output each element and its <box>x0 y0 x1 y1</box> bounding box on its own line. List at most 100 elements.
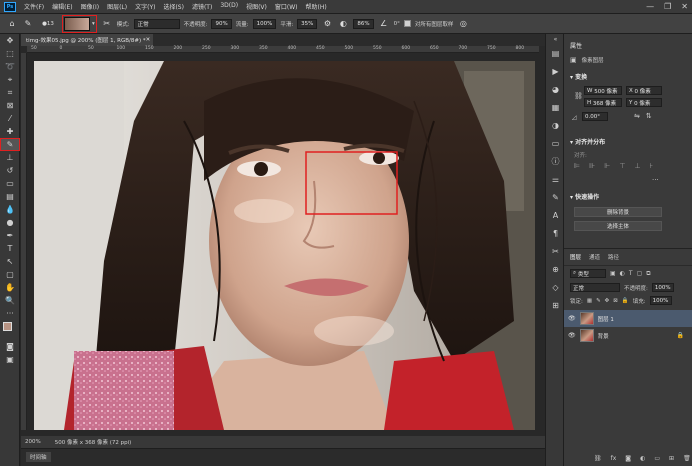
pen-tool-icon[interactable]: ✒ <box>0 229 20 242</box>
transform-section[interactable]: ▾ 变换 <box>570 72 587 81</box>
layer-opacity-field[interactable]: 100% <box>651 283 674 292</box>
paragraph-icon[interactable]: ¶ <box>546 224 565 242</box>
properties-icon[interactable]: ⚌ <box>546 170 565 188</box>
timeline-tab[interactable]: 时间轴 <box>26 452 51 462</box>
angle-value[interactable]: 0° <box>394 21 400 27</box>
fill-field[interactable]: 100% <box>649 296 672 305</box>
flow-field[interactable]: 100% <box>252 18 277 29</box>
type-tool-icon[interactable]: T <box>0 242 20 255</box>
lock-all-icon[interactable]: 🔒 <box>622 298 629 304</box>
align-center-icon[interactable]: ⊪ <box>589 162 595 170</box>
filter-smart-icon[interactable]: ⧉ <box>646 270 650 278</box>
menu-item[interactable]: 窗口(W) <box>271 2 302 11</box>
minimize-button[interactable]: — <box>646 2 654 11</box>
maximize-button[interactable]: ❐ <box>664 2 671 11</box>
more-tools-icon[interactable]: ··· <box>0 307 20 320</box>
brush-size-icon[interactable]: ● 13 <box>38 18 58 30</box>
shape-tool-icon[interactable]: ▢ <box>0 268 20 281</box>
quick-actions-section[interactable]: ▾ 快速操作 <box>570 192 599 201</box>
height-field[interactable]: H 368 像素 <box>584 98 622 107</box>
fx-icon[interactable]: fx <box>611 455 617 462</box>
new-group-icon[interactable]: ▭ <box>654 455 660 462</box>
menu-item[interactable]: 编辑(E) <box>48 2 76 11</box>
lock-paint-icon[interactable]: ✎ <box>596 298 601 304</box>
sample-all-layers-checkbox[interactable] <box>403 20 411 27</box>
layer-row[interactable]: 👁 图层 1 <box>564 310 692 327</box>
layer-row[interactable]: 👁 背景 🔒 <box>564 327 692 344</box>
screen-mode-icon[interactable]: ▣ <box>0 353 20 366</box>
align-section[interactable]: ▾ 对齐并分布 <box>570 137 605 146</box>
align-bottom-icon[interactable]: ⊦ <box>650 162 654 170</box>
layer-name[interactable]: 背景 <box>598 332 609 340</box>
layer-name[interactable]: 图层 1 <box>598 315 614 323</box>
history-icon[interactable]: ▤ <box>546 44 565 62</box>
document-tab[interactable]: timg-效果05.jpg @ 200% (图层 1, RGB/8#) * ✕ <box>21 34 153 46</box>
select-subject-button[interactable]: 选择主体 <box>574 221 662 231</box>
x-field[interactable]: X 0 像素 <box>626 86 662 95</box>
zoom-level[interactable]: 200% <box>25 439 41 445</box>
menu-item[interactable]: 滤镜(T) <box>188 2 216 11</box>
tool-presets-icon[interactable]: ✂ <box>546 242 565 260</box>
quick-mask-icon[interactable]: ◙ <box>0 340 20 353</box>
tab-channels[interactable]: 通道 <box>589 253 600 261</box>
lock-position-icon[interactable]: ✥ <box>605 298 610 304</box>
filter-type-icon[interactable]: T <box>629 270 633 277</box>
y-field[interactable]: Y 0 像素 <box>626 98 662 107</box>
extra-field[interactable]: 86% <box>353 18 374 29</box>
more-options-icon[interactable]: ··· <box>652 176 659 184</box>
tab-paths[interactable]: 路径 <box>608 253 619 261</box>
navigator-icon[interactable]: ⊞ <box>546 296 565 314</box>
menu-item[interactable]: 视图(V) <box>242 2 271 11</box>
frame-tool-icon[interactable]: ⊠ <box>0 99 20 112</box>
marquee-tool-icon[interactable]: ⬚ <box>0 47 20 60</box>
eye-icon[interactable]: 👁 <box>568 332 576 339</box>
hand-tool-icon[interactable]: ✋ <box>0 281 20 294</box>
color-icon[interactable]: ◕ <box>546 80 565 98</box>
blur-tool-icon[interactable]: 💧 <box>0 203 20 216</box>
new-layer-icon[interactable]: ⊞ <box>669 455 674 462</box>
menu-item[interactable]: 文件(F) <box>20 2 48 11</box>
filter-shape-icon[interactable]: ▢ <box>637 270 643 277</box>
smooth-field[interactable]: 35% <box>297 18 318 29</box>
character-icon[interactable]: A <box>546 206 565 224</box>
lock-artboard-icon[interactable]: ⊠ <box>613 298 618 304</box>
history-brush-icon[interactable]: ↺ <box>0 164 20 177</box>
filter-pixel-icon[interactable]: ▣ <box>610 270 616 277</box>
align-right-icon[interactable]: ⊩ <box>604 162 610 170</box>
link-layers-icon[interactable]: ⛓ <box>594 455 602 462</box>
add-mask-icon[interactable]: ◙ <box>625 455 631 462</box>
menu-item[interactable]: 帮助(H) <box>302 2 331 11</box>
flip-horizontal-icon[interactable]: ⇋ <box>634 112 640 120</box>
lock-transparency-icon[interactable]: ▦ <box>587 298 592 304</box>
align-top-icon[interactable]: ⊤ <box>619 162 625 170</box>
menu-item[interactable]: 文字(Y) <box>131 2 159 11</box>
close-window-button[interactable]: ✕ <box>681 2 688 11</box>
pressure-size-icon[interactable]: ◎ <box>457 18 469 30</box>
layer-comps-icon[interactable]: ◇ <box>546 278 565 296</box>
menu-item[interactable]: 选择(S) <box>159 2 188 11</box>
eyedropper-tool-icon[interactable]: ⁄ <box>0 112 20 125</box>
dodge-tool-icon[interactable]: ● <box>0 216 20 229</box>
adjustments-icon[interactable]: ◑ <box>546 116 565 134</box>
menu-item[interactable]: 图层(L) <box>103 2 131 11</box>
align-left-icon[interactable]: ⊫ <box>574 162 580 170</box>
move-tool-icon[interactable]: ✥ <box>0 34 20 47</box>
portrait-photo[interactable] <box>34 61 535 430</box>
quick-select-icon[interactable]: ⌖ <box>0 73 20 86</box>
link-icon[interactable]: ⛓ <box>574 92 583 100</box>
close-tab-icon[interactable]: ✕ <box>146 37 151 43</box>
collapse-icon[interactable]: « <box>546 34 565 44</box>
align-middle-icon[interactable]: ⊥ <box>634 162 640 170</box>
flip-vertical-icon[interactable]: ⇅ <box>646 112 652 120</box>
clone-stamp-icon[interactable]: ⊥ <box>0 151 20 164</box>
opacity-field[interactable]: 90% <box>211 18 232 29</box>
brush-tool-icon-active[interactable]: ✎ <box>0 138 20 151</box>
gear-icon[interactable]: ⚙ <box>321 18 333 30</box>
zoom-tool-icon[interactable]: 🔍 <box>0 294 20 307</box>
swatches-icon[interactable]: ▦ <box>546 98 565 116</box>
path-select-icon[interactable]: ↖ <box>0 255 20 268</box>
clone-source-icon[interactable]: ⊕ <box>546 260 565 278</box>
chevron-down-icon[interactable]: ▾ <box>92 21 95 27</box>
home-icon[interactable]: ⌂ <box>6 18 18 30</box>
lasso-tool-icon[interactable]: ➰ <box>0 60 20 73</box>
